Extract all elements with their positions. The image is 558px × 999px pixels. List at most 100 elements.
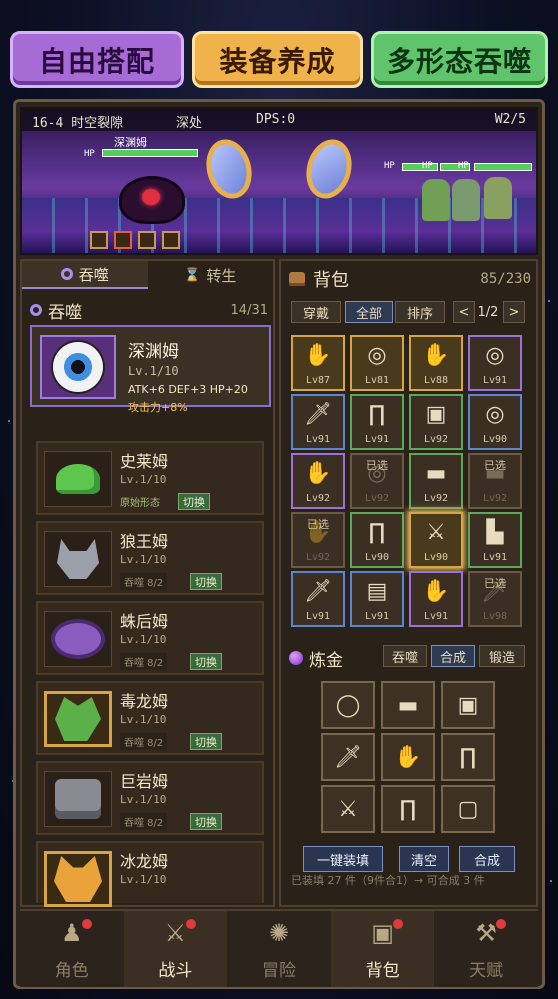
clear-button[interactable]: 清空	[399, 846, 449, 872]
alchemy-tab-forge[interactable]: 锻造	[479, 645, 525, 667]
alchemy-slot[interactable]: ◯	[321, 681, 375, 729]
buff-slot-icon	[90, 231, 108, 249]
bag-item-slot[interactable]: ◎ Lv91	[468, 335, 522, 391]
page-indicator: 1/2	[477, 304, 499, 320]
item-level: Lv90	[364, 552, 390, 563]
form-info: 吞噬 8/2	[120, 733, 168, 750]
selected-tag: 已选	[307, 518, 329, 531]
form-card[interactable]: 毒龙姆 Lv.1/10 吞噬 8/2 切换	[36, 681, 264, 755]
buff-slot-icon	[114, 231, 132, 249]
item-level: Lv92	[364, 493, 390, 504]
bag-item-slot[interactable]: ✋ Lv88	[409, 335, 463, 391]
stage-label: 16-4 时空裂隙	[32, 116, 124, 131]
leggings-icon: ∏	[368, 402, 386, 427]
bag-item-slot[interactable]: ✋ Lv91	[409, 571, 463, 627]
alchemy-slot[interactable]: ⚔	[321, 785, 375, 833]
switch-button[interactable]: 切换	[190, 733, 222, 750]
bag-item-slot[interactable]: ∏ Lv91	[350, 394, 404, 450]
hourglass-icon: ⌛	[184, 267, 201, 283]
wave-label: W2/5	[494, 112, 526, 127]
bag-item-slot[interactable]: ▬ Lv92	[409, 453, 463, 509]
selected-form-card[interactable]: 深渊姆 Lv.1/10 ATK+6 DEF+3 HP+20 攻击力+8%	[30, 325, 271, 414]
bag-item-slot[interactable]: ✋ Lv92 已选	[291, 512, 345, 568]
bag-header: 背包 85/230	[289, 267, 531, 291]
alchemy-slot[interactable]: ✋	[381, 733, 435, 781]
form-info: 吞噬 8/2	[120, 813, 168, 830]
auto-fill-button[interactable]: 一键装填	[303, 846, 383, 872]
bag-item-slot[interactable]: 🗡 Lv91	[291, 571, 345, 627]
switch-button[interactable]: 切换	[190, 573, 222, 590]
alchemy-slot[interactable]: 🗡	[321, 733, 375, 781]
form-card[interactable]: 史莱姆 Lv.1/10 原始形态 切换	[36, 441, 264, 515]
armor-icon: ▣	[457, 692, 479, 718]
nav-item[interactable]: ⚔ 战斗	[123, 911, 228, 987]
switch-button[interactable]: 切换	[178, 493, 210, 510]
item-level: Lv88	[423, 375, 449, 386]
tab-rebirth[interactable]: ⌛ 转生	[148, 261, 274, 289]
selected-form-name: 深渊姆	[128, 342, 179, 362]
form-level: Lv.1/10	[120, 873, 167, 886]
bag-item-slot[interactable]: ▣ Lv92	[409, 394, 463, 450]
bag-item-slot[interactable]: ✋ Lv92	[291, 453, 345, 509]
alchemy-slot[interactable]: ▣	[441, 681, 495, 729]
alchemy-slot[interactable]: ∏	[441, 733, 495, 781]
item-level: Lv81	[364, 375, 390, 386]
item-level: Lv91	[482, 375, 508, 386]
buff-slot-icon	[138, 231, 156, 249]
bag-item-slot[interactable]: 🗡 Lv98 已选	[468, 571, 522, 627]
form-card[interactable]: 巨岩姆 Lv.1/10 吞噬 8/2 切换	[36, 761, 264, 835]
nav-item[interactable]: ▣ 背包	[330, 911, 435, 987]
bag-item-slot[interactable]: ✋ Lv87	[291, 335, 345, 391]
item-level: Lv92	[423, 493, 449, 504]
notification-dot	[82, 919, 92, 929]
alchemy-slot[interactable]: ∏	[381, 785, 435, 833]
spider-icon	[55, 623, 101, 655]
combine-button[interactable]: 合成	[459, 846, 515, 872]
selected-form-level: Lv.1/10	[128, 364, 179, 378]
form-card[interactable]: 狼王姆 Lv.1/10 吞噬 8/2 切换	[36, 521, 264, 595]
bag-item-slot[interactable]: ◎ Lv90	[468, 394, 522, 450]
switch-button[interactable]: 切换	[190, 813, 222, 830]
form-card[interactable]: 蛛后姆 Lv.1/10 吞噬 8/2 切换	[36, 601, 264, 675]
alchemy-tab-combine[interactable]: 合成	[431, 645, 475, 667]
bag-item-slot[interactable]: ◎ Lv92 已选	[350, 453, 404, 509]
devour-title: 吞噬	[48, 302, 82, 323]
equip-filter-button[interactable]: 穿戴	[291, 301, 341, 323]
switch-button[interactable]: 切换	[190, 653, 222, 670]
ring-icon: ◎	[367, 343, 387, 368]
nav-item[interactable]: ♟ 角色	[20, 911, 124, 987]
form-info: 吞噬 8/2	[120, 573, 168, 590]
sort-button[interactable]: 排序	[395, 301, 445, 323]
tab-devour[interactable]: 吞噬	[22, 261, 148, 289]
enemy-hp-label: HP	[384, 161, 395, 171]
alchemy-slot[interactable]: ▢	[441, 785, 495, 833]
next-page-button[interactable]: >	[503, 301, 525, 323]
player-hp-bar	[102, 149, 198, 157]
bag-item-slot[interactable]: ∏ Lv90	[350, 512, 404, 568]
glove-icon: ✋	[304, 343, 332, 368]
bag-item-slot[interactable]: 🗡 Lv91	[291, 394, 345, 450]
ring-icon: ◯	[335, 692, 361, 718]
form-card[interactable]: 冰龙姆 Lv.1/10	[36, 841, 264, 907]
form-level: Lv.1/10	[120, 473, 167, 486]
devour-count: 14/31	[230, 302, 268, 318]
form-name: 冰龙姆	[120, 852, 169, 871]
bag-item-slot[interactable]: ▙ Lv91	[468, 512, 522, 568]
nav-item[interactable]: ✺ 冒险	[227, 911, 331, 987]
leggings-icon: ∏	[459, 744, 477, 770]
selected-tag: 已选	[484, 459, 506, 472]
selected-form-stats: ATK+6 DEF+3 HP+20	[128, 383, 248, 396]
all-filter-button[interactable]: 全部	[345, 301, 393, 323]
alchemy-slot[interactable]: ▬	[381, 681, 435, 729]
nav-item[interactable]: ⚒ 天赋	[434, 911, 538, 987]
bag-item-slot[interactable]: ◎ Lv81	[350, 335, 404, 391]
bag-item-slot[interactable]: ▤ Lv91	[350, 571, 404, 627]
bag-item-slot[interactable]: ▬ Lv92 已选	[468, 453, 522, 509]
alchemy-tab-devour[interactable]: 吞噬	[383, 645, 427, 667]
enemy-hp-label: HP	[422, 161, 433, 171]
prev-page-button[interactable]: <	[453, 301, 475, 323]
battle-status-bar: 16-4 时空裂隙 深处 DPS:0 W2/5	[22, 109, 536, 131]
ring-icon: ◎	[485, 402, 505, 427]
dagger-icon: 🗡	[304, 579, 332, 604]
bag-item-slot[interactable]: ⚔ Lv90	[409, 512, 463, 568]
